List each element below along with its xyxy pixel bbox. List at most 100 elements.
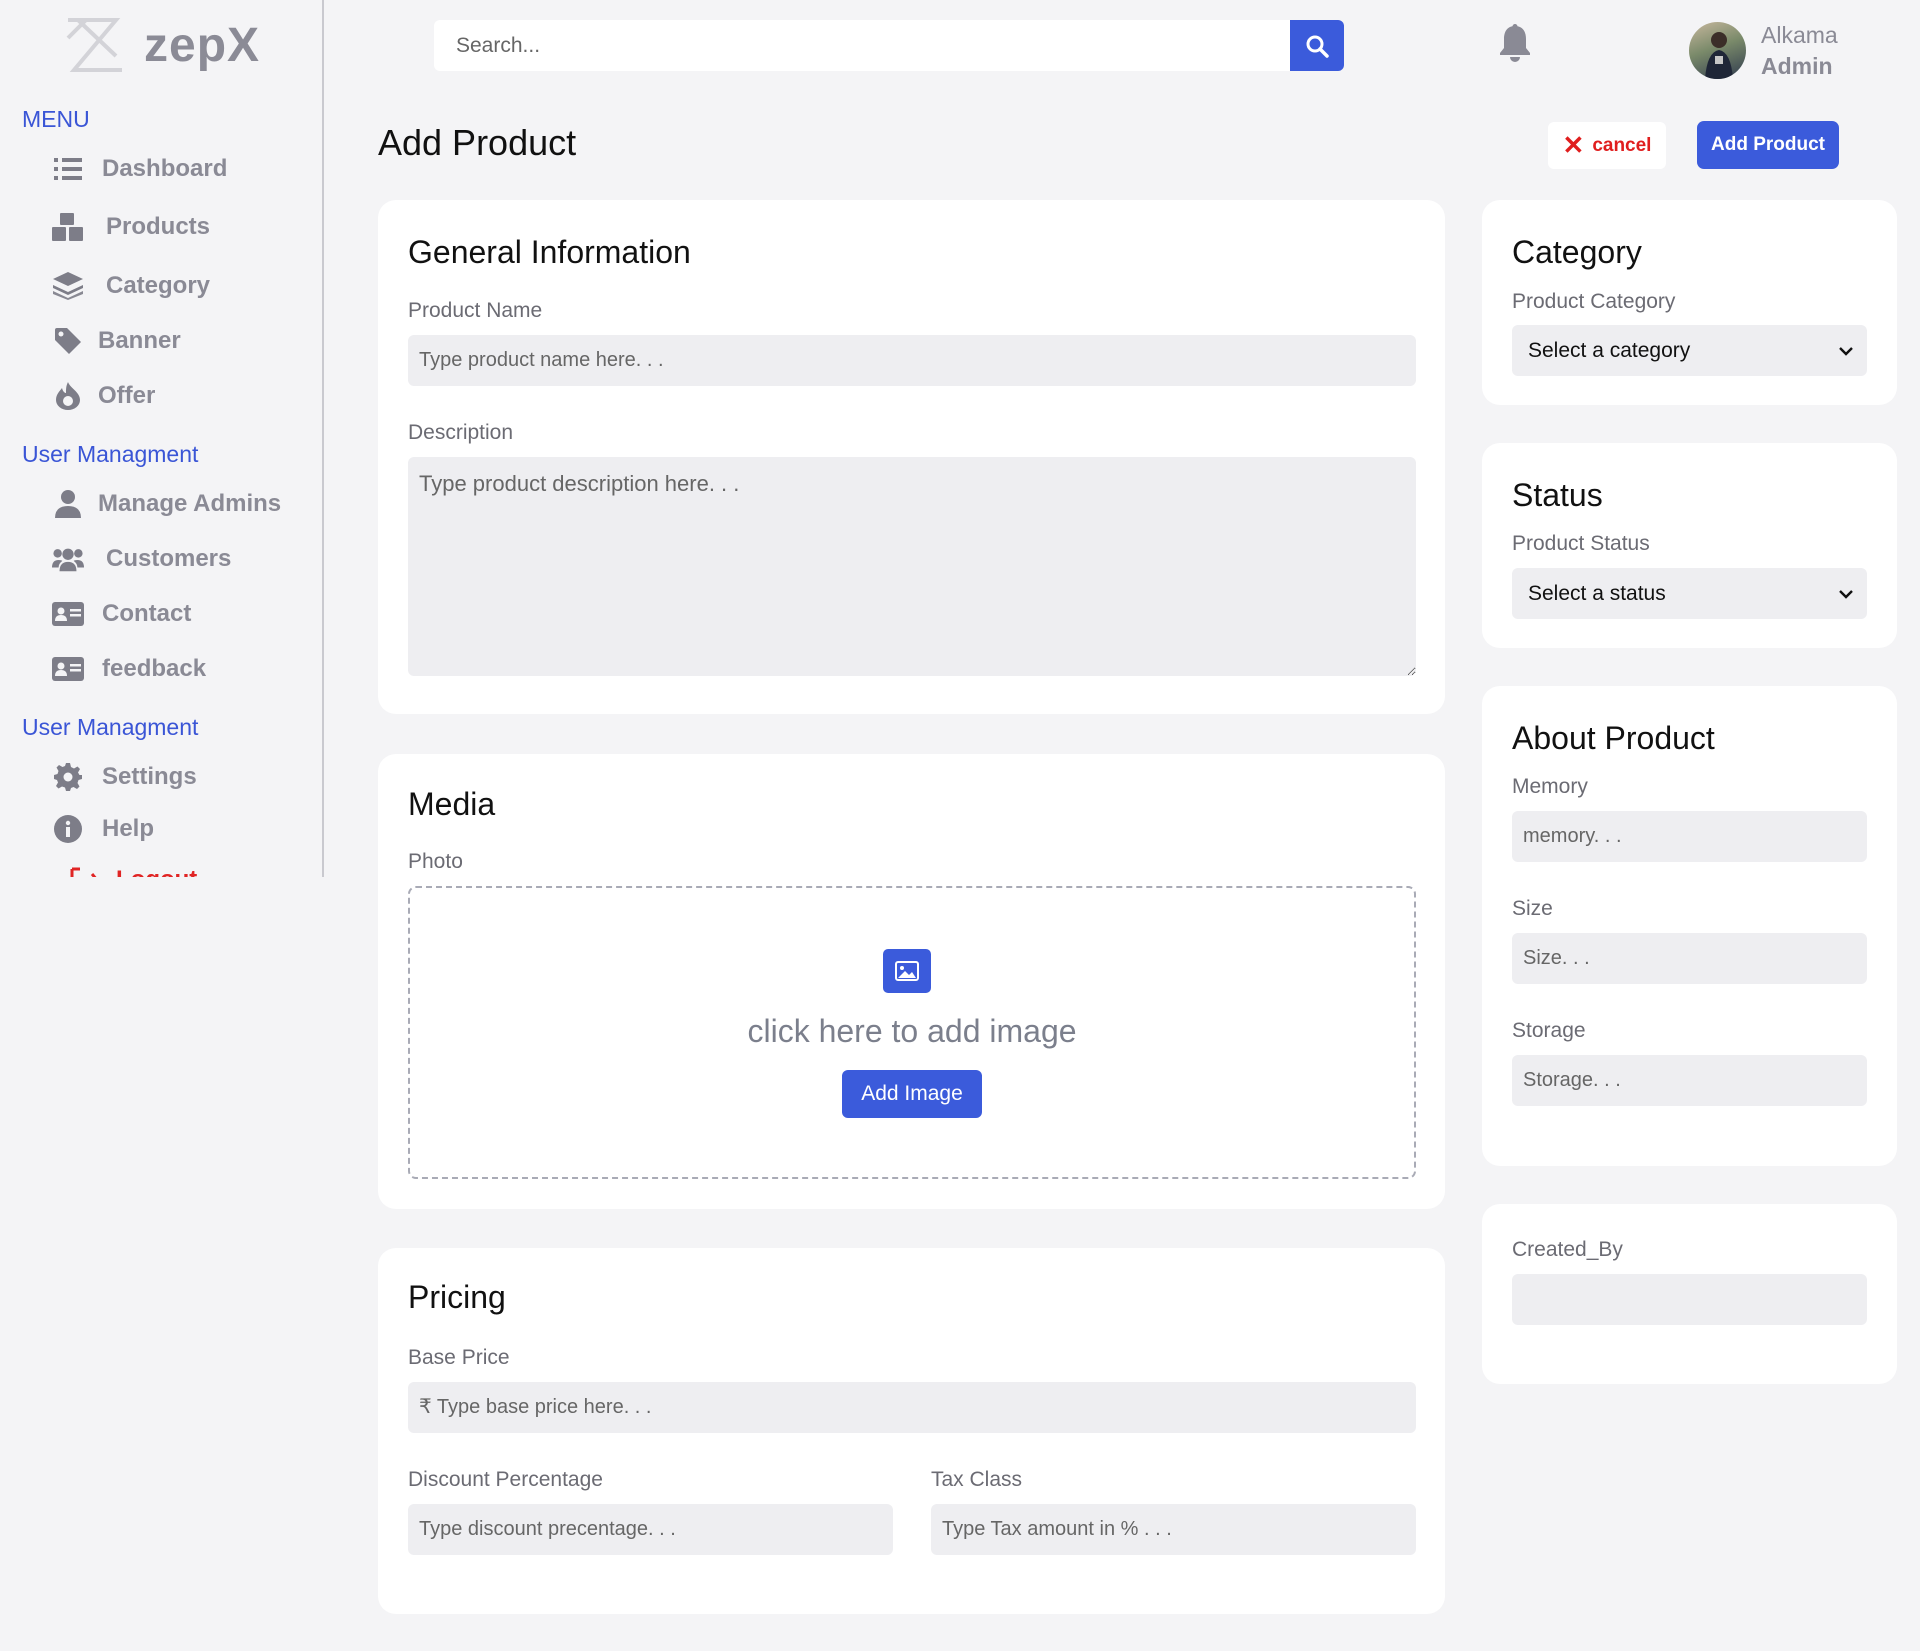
- discount-input[interactable]: [408, 1504, 893, 1555]
- tax-input[interactable]: [931, 1504, 1416, 1555]
- product-status-label: Product Status: [1512, 532, 1650, 555]
- search-bar: [434, 20, 1344, 71]
- sidebar-item-label: Offer: [98, 382, 156, 409]
- status-select[interactable]: Select a status: [1512, 568, 1867, 619]
- created-by-label: Created_By: [1512, 1238, 1623, 1261]
- chevron-down-icon: [1839, 346, 1853, 356]
- avatar[interactable]: [1689, 22, 1746, 79]
- tag-icon: [52, 326, 84, 356]
- notification-button[interactable]: [1498, 24, 1532, 67]
- id-card-icon: [52, 654, 84, 684]
- add-image-button[interactable]: Add Image: [842, 1070, 982, 1118]
- sidebar-item-label: Banner: [98, 327, 181, 354]
- card-title: About Product: [1512, 720, 1715, 756]
- description-label: Description: [408, 421, 514, 444]
- product-name-input[interactable]: [408, 335, 1416, 386]
- bell-icon: [1500, 24, 1530, 62]
- users-icon: [52, 544, 84, 574]
- card-title: Status: [1512, 477, 1603, 513]
- cancel-button[interactable]: ✕ cancel: [1548, 122, 1666, 169]
- sidebar-item-label: Help: [102, 815, 155, 842]
- logo[interactable]: zepX: [64, 16, 260, 74]
- media-card: Media Photo click here to add image Add …: [378, 754, 1445, 1209]
- photo-label: Photo: [408, 850, 463, 873]
- chevron-down-icon: [1839, 589, 1853, 599]
- user-name: Alkama: [1761, 22, 1838, 48]
- user-management-heading-2: User Managment: [22, 714, 199, 740]
- size-label: Size: [1512, 897, 1553, 920]
- description-textarea[interactable]: [408, 457, 1416, 676]
- memory-input[interactable]: [1512, 811, 1867, 862]
- created-by-card: Created_By: [1482, 1204, 1897, 1384]
- memory-label: Memory: [1512, 775, 1588, 798]
- search-button[interactable]: [1290, 20, 1344, 71]
- gear-icon: [52, 762, 84, 792]
- logo-mark-icon: [66, 18, 122, 72]
- sidebar: zepX MENU Dashboard Products Category Ba…: [0, 0, 324, 877]
- user-role: Admin: [1761, 53, 1833, 79]
- sidebar-item-manage-admins[interactable]: Manage Admins: [52, 489, 281, 519]
- sidebar-item-feedback[interactable]: feedback: [52, 654, 206, 684]
- id-card-icon: [52, 599, 84, 629]
- cancel-label: cancel: [1592, 134, 1652, 156]
- card-title: Category: [1512, 234, 1642, 270]
- info-icon: [52, 814, 84, 844]
- search-icon: [1306, 35, 1329, 58]
- logout-icon: [70, 866, 98, 877]
- sidebar-item-label: Contact: [102, 600, 192, 627]
- search-input[interactable]: [434, 20, 1290, 71]
- sidebar-item-settings[interactable]: Settings: [52, 762, 197, 792]
- menu-heading: MENU: [22, 106, 90, 132]
- sidebar-item-contact[interactable]: Contact: [52, 599, 191, 629]
- sidebar-item-label: Dashboard: [102, 155, 228, 182]
- image-icon: [883, 949, 931, 993]
- sidebar-item-label: Manage Admins: [98, 490, 282, 517]
- pricing-card: Pricing Base Price Discount Percentage T…: [378, 1248, 1445, 1614]
- discount-label: Discount Percentage: [408, 1468, 603, 1491]
- boxes-icon: [52, 212, 84, 242]
- status-select-value: Select a status: [1528, 581, 1666, 605]
- size-input[interactable]: [1512, 933, 1867, 984]
- sidebar-item-offer[interactable]: Offer: [52, 381, 155, 411]
- base-price-label: Base Price: [408, 1346, 510, 1369]
- storage-label: Storage: [1512, 1019, 1586, 1042]
- sidebar-item-label: Category: [106, 272, 211, 299]
- sidebar-item-products[interactable]: Products: [52, 212, 210, 242]
- created-by-input[interactable]: [1512, 1274, 1867, 1325]
- add-product-button[interactable]: Add Product: [1697, 121, 1839, 169]
- sidebar-item-logout[interactable]: Logout: [52, 866, 197, 877]
- image-dropzone[interactable]: click here to add image Add Image: [408, 886, 1416, 1179]
- sidebar-item-banner[interactable]: Banner: [52, 326, 181, 356]
- sidebar-item-label: Settings: [102, 763, 197, 790]
- avatar-photo: [1705, 32, 1733, 79]
- card-title: Pricing: [408, 1279, 506, 1315]
- close-icon: ✕: [1562, 130, 1585, 160]
- tax-class-label: Tax Class: [931, 1468, 1023, 1491]
- category-select[interactable]: Select a category: [1512, 325, 1867, 376]
- storage-input[interactable]: [1512, 1055, 1867, 1106]
- card-title: Media: [408, 786, 496, 822]
- sidebar-item-help[interactable]: Help: [52, 814, 154, 844]
- layers-icon: [52, 271, 84, 301]
- about-product-card: About Product Memory Size Storage: [1482, 686, 1897, 1166]
- category-card: Category Product Category Select a categ…: [1482, 200, 1897, 405]
- user-management-heading: User Managment: [22, 441, 199, 467]
- sidebar-item-customers[interactable]: Customers: [52, 544, 231, 574]
- fire-icon: [52, 381, 84, 411]
- logo-text: zepX: [144, 18, 261, 72]
- product-category-label: Product Category: [1512, 290, 1676, 313]
- sidebar-item-dashboard[interactable]: Dashboard: [52, 154, 227, 184]
- list-icon: [52, 154, 84, 184]
- product-name-label: Product Name: [408, 299, 543, 322]
- base-price-input[interactable]: [408, 1382, 1416, 1433]
- general-information-card: General Information Product Name Descrip…: [378, 200, 1445, 714]
- category-select-value: Select a category: [1528, 338, 1691, 362]
- dropzone-text: click here to add image: [747, 1013, 1077, 1049]
- sidebar-item-label: Customers: [106, 545, 232, 572]
- sidebar-item-category[interactable]: Category: [52, 271, 210, 301]
- user-tie-icon: [52, 489, 84, 519]
- sidebar-item-label: Products: [106, 213, 211, 240]
- card-title: General Information: [408, 234, 691, 270]
- sidebar-item-label: feedback: [102, 655, 207, 682]
- page-title: Add Product: [378, 122, 577, 163]
